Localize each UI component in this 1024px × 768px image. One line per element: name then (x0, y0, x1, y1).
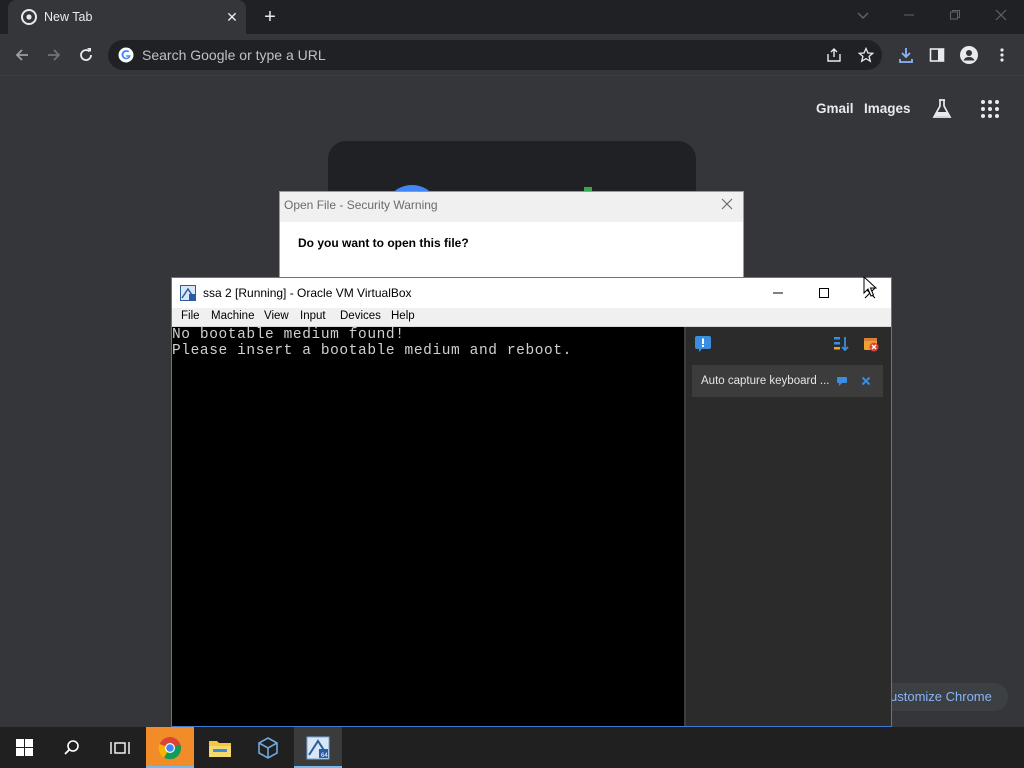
taskbar: 64 (0, 727, 1024, 768)
tab-strip: New Tab ✕ + (0, 0, 1024, 34)
cube-icon (258, 736, 278, 759)
side-panel-icon[interactable] (925, 43, 949, 67)
menu-view[interactable]: View (264, 310, 289, 322)
close-window-button[interactable] (978, 0, 1024, 30)
minimize-button[interactable] (886, 0, 932, 30)
grid-icon[interactable] (980, 99, 1000, 119)
close-icon[interactable] (719, 196, 735, 212)
search-button[interactable] (48, 727, 96, 768)
notification-text: Auto capture keyboard ... (701, 375, 830, 387)
console-line: Please insert a bootable medium and rebo… (172, 343, 572, 359)
taskbar-file-explorer[interactable] (196, 727, 244, 768)
notification-panel: Auto capture keyboard ... (684, 327, 891, 726)
flask-icon[interactable] (931, 98, 953, 120)
virtualbox-icon: 64 (306, 736, 330, 759)
restore-button[interactable] (932, 0, 978, 30)
google-icon (118, 47, 134, 63)
kebab-icon[interactable] (990, 43, 1014, 67)
task-view-icon (110, 741, 130, 754)
sort-icon[interactable] (832, 335, 850, 353)
search-input[interactable] (142, 45, 782, 65)
menu-help[interactable]: Help (391, 310, 415, 322)
window-title: ssa 2 [Running] - Oracle VM VirtualBox (203, 286, 412, 300)
arrow-left-icon[interactable] (10, 43, 34, 67)
vm-screen[interactable]: No bootable medium found! Please insert … (172, 327, 684, 726)
gmail-link[interactable]: Gmail (816, 101, 854, 116)
taskbar-vm-window[interactable]: 64 (294, 727, 342, 768)
menu-input[interactable]: Input (300, 310, 326, 322)
person-icon[interactable] (957, 43, 981, 67)
maximize-button[interactable] (801, 278, 847, 308)
notification-icon[interactable] (694, 335, 712, 353)
download-icon[interactable] (894, 43, 918, 67)
arrow-right-icon[interactable] (42, 43, 66, 67)
virtualbox-window: ssa 2 [Running] - Oracle VM VirtualBox F… (171, 277, 892, 727)
vbox-menubar: File Machine View Input Devices Help (172, 308, 891, 327)
taskbar-chrome[interactable] (146, 727, 194, 768)
menu-devices[interactable]: Devices (340, 310, 381, 322)
clear-notifications-icon[interactable] (862, 335, 880, 353)
tab-title: New Tab (44, 10, 93, 24)
share-icon[interactable] (822, 43, 846, 67)
reload-icon[interactable] (74, 43, 98, 67)
virtualbox-icon (180, 285, 196, 301)
security-warning-dialog: Open File - Security Warning Do you want… (279, 191, 744, 281)
plus-icon[interactable]: + (259, 6, 281, 28)
dialog-question: Do you want to open this file? (298, 236, 469, 250)
start-button[interactable] (0, 727, 48, 768)
task-view-button[interactable] (96, 727, 144, 768)
menu-file[interactable]: File (181, 310, 200, 322)
svg-text:64: 64 (321, 753, 328, 759)
dialog-body: Do you want to open this file? (280, 222, 743, 280)
keyboard-capture-icon[interactable] (836, 375, 848, 387)
console-line: No bootable medium found! (172, 327, 405, 343)
folder-icon (209, 740, 231, 757)
notification-item[interactable]: Auto capture keyboard ... (692, 365, 883, 397)
dialog-title: Open File - Security Warning (284, 198, 438, 212)
tab-new-tab[interactable]: New Tab ✕ (8, 0, 246, 34)
chevron-down-icon[interactable] (854, 6, 872, 24)
windows-icon (15, 739, 33, 756)
star-icon[interactable] (854, 43, 878, 67)
chrome-icon (21, 9, 37, 25)
vbox-titlebar[interactable]: ssa 2 [Running] - Oracle VM VirtualBox (172, 278, 891, 308)
mouse-cursor-icon (863, 276, 877, 297)
address-bar[interactable] (108, 40, 882, 70)
minimize-button[interactable] (755, 278, 801, 308)
close-icon[interactable] (860, 375, 872, 387)
browser-toolbar (0, 34, 1024, 76)
close-icon[interactable]: ✕ (224, 9, 240, 25)
images-link[interactable]: Images (864, 101, 911, 116)
chrome-icon (158, 736, 182, 759)
taskbar-virtualbox-manager[interactable] (244, 727, 292, 768)
search-icon (64, 739, 79, 755)
menu-machine[interactable]: Machine (211, 310, 254, 322)
